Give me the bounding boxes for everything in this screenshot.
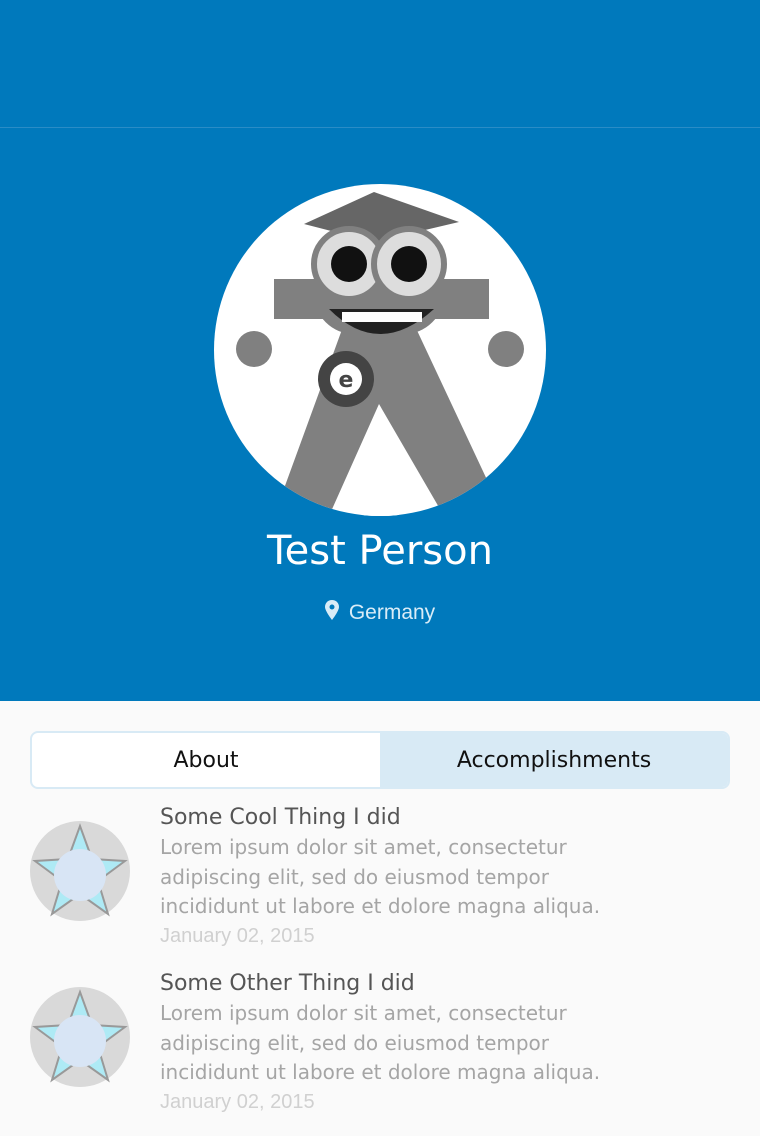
accomplishment-date: January 02, 2015 [160, 1090, 315, 1113]
tab-about[interactable]: About [32, 733, 380, 787]
location-label: Germany [348, 601, 436, 624]
list-item[interactable]: Some Cool Thing I did Lorem ipsum dolor … [0, 803, 760, 953]
avatar: e [214, 184, 546, 516]
mascot-icon: e [236, 192, 524, 516]
top-bar [0, 0, 760, 128]
location-pin-icon [324, 600, 339, 620]
profile-name: Test Person [267, 528, 493, 574]
tab-accomplishments[interactable]: Accomplishments [380, 733, 728, 787]
accomplishment-description: Lorem ipsum dolor sit amet, consectetur … [160, 1001, 601, 1084]
accomplishment-description: Lorem ipsum dolor sit amet, consectetur … [160, 835, 601, 918]
profile-location: Germany [0, 600, 760, 625]
accomplishment-title: Some Cool Thing I did [160, 805, 401, 830]
profile-header: e Test Person Germany [0, 128, 760, 701]
accomplishment-title: Some Other Thing I did [160, 971, 415, 996]
star-badge-icon [30, 821, 130, 921]
svg-text:e: e [339, 368, 354, 393]
profile-tabs: About Accomplishments [30, 731, 730, 789]
star-badge-icon [30, 987, 130, 1087]
list-item[interactable]: Some Other Thing I did Lorem ipsum dolor… [0, 969, 760, 1119]
accomplishment-date: January 02, 2015 [160, 924, 315, 947]
